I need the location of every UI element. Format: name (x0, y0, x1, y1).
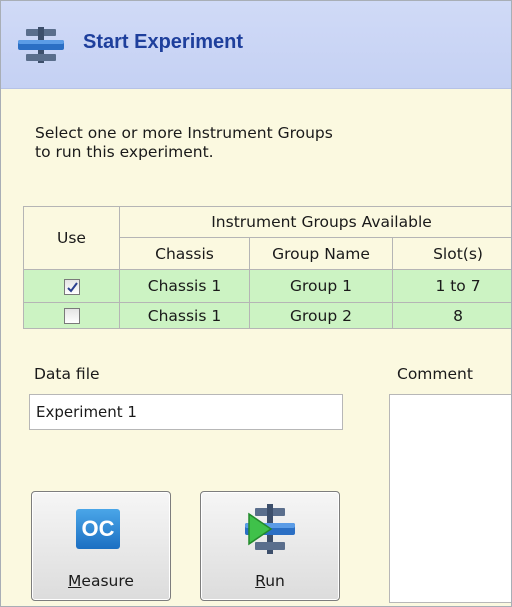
measure-button[interactable]: OC Measure (31, 491, 171, 601)
oc-icon: OC (76, 509, 120, 549)
slots-column-header[interactable]: Slot(s) (391, 237, 511, 270)
instructions-line-2: to run this experiment. (35, 143, 214, 161)
use-checkbox[interactable] (63, 278, 80, 295)
group-name-cell: Group 2 (249, 302, 393, 329)
chassis-column-header[interactable]: Chassis (119, 237, 250, 270)
use-checkbox[interactable] (63, 308, 80, 324)
window-header: Start Experiment (1, 1, 511, 89)
run-icon (245, 504, 295, 554)
run-button[interactable]: Run (200, 491, 340, 601)
slots-cell: 8 (391, 302, 511, 329)
group-name-column-header[interactable]: Group Name (249, 237, 393, 270)
use-column-header: Use (23, 206, 120, 270)
run-button-label: Run (255, 572, 285, 590)
table-row[interactable]: Chassis 1 Group 2 8 (23, 302, 511, 329)
use-cell (23, 302, 120, 329)
start-experiment-window: Start Experiment Select one or more Inst… (0, 0, 512, 607)
table-row[interactable]: Chassis 1 Group 1 1 to 7 (23, 269, 511, 303)
comment-input[interactable] (389, 394, 511, 603)
chassis-cell: Chassis 1 (119, 269, 250, 303)
instructions-text: Select one or more Instrument Groups to … (35, 124, 455, 162)
groups-available-header: Instrument Groups Available (118, 206, 511, 238)
data-file-input[interactable]: Experiment 1 (29, 394, 343, 430)
instrument-groups-table: Use Instrument Groups Available Chassis … (23, 206, 511, 329)
instructions-line-1: Select one or more Instrument Groups (35, 124, 333, 142)
chassis-cell: Chassis 1 (119, 302, 250, 329)
checkmark-icon (66, 281, 78, 293)
measure-button-label: Measure (68, 572, 134, 590)
window-title: Start Experiment (83, 31, 244, 53)
data-file-label: Data file (34, 365, 100, 383)
group-name-cell: Group 1 (249, 269, 393, 303)
slots-cell: 1 to 7 (391, 269, 511, 303)
experiment-icon (18, 27, 64, 63)
use-cell (23, 269, 120, 303)
comment-label: Comment (397, 365, 473, 383)
